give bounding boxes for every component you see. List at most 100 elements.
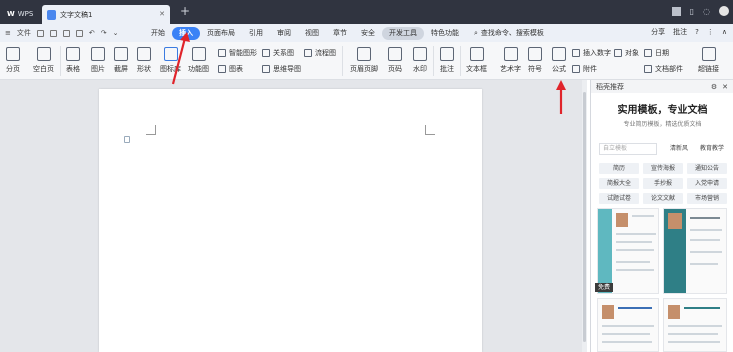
tab-wps-home[interactable]: W WPS xyxy=(3,6,39,22)
pi-icon xyxy=(552,47,566,61)
formula-label: 公式 xyxy=(552,65,566,73)
tab-references[interactable]: 引用 xyxy=(242,27,270,40)
command-search[interactable]: ⌕ 查找命令、搜索模板 xyxy=(474,28,544,38)
attachment-button[interactable]: 附件 xyxy=(572,64,597,74)
preview-icon[interactable] xyxy=(75,29,83,37)
comment-icon xyxy=(440,47,454,61)
chart-icon xyxy=(218,65,226,73)
formula-button[interactable]: 公式 xyxy=(552,47,566,74)
flow-chart-button[interactable]: 流程图 xyxy=(304,48,336,58)
watermark-button[interactable]: 水印 xyxy=(413,47,427,74)
tab-security[interactable]: 安全 xyxy=(354,27,382,40)
blank-page-button[interactable]: 空白页 xyxy=(33,47,54,74)
picture-label: 图片 xyxy=(91,65,105,73)
layout-icon[interactable] xyxy=(671,6,681,16)
print-icon[interactable] xyxy=(62,29,70,37)
more-icon[interactable]: ⋮ xyxy=(707,28,714,36)
resume-photo xyxy=(616,213,628,227)
template-thumbnail[interactable] xyxy=(663,208,727,294)
textbox-button[interactable]: 文本框 xyxy=(466,47,487,74)
avatar[interactable] xyxy=(719,6,729,16)
picture-button[interactable]: 图片 xyxy=(91,47,105,74)
margin-corner-top-left xyxy=(146,125,156,135)
chip-fresh-style[interactable]: 清新风 xyxy=(665,143,693,154)
chip-briefing[interactable]: 简报大全 xyxy=(599,178,639,189)
screenshot-button[interactable]: 截屏 xyxy=(114,47,128,74)
tab-wps-home-label: WPS xyxy=(17,10,34,18)
pane-close-icon[interactable]: ✕ xyxy=(722,83,728,91)
resume-line xyxy=(690,251,722,253)
page-number-button[interactable]: 页码 xyxy=(388,47,402,74)
number-icon xyxy=(572,49,580,57)
insert-number-button[interactable]: 插入数字 xyxy=(572,48,611,58)
tab-section[interactable]: 章节 xyxy=(326,27,354,40)
redo-icon[interactable]: ↷ xyxy=(101,29,107,37)
table-button[interactable]: 表格 xyxy=(66,47,80,74)
skin-icon[interactable]: ▯ xyxy=(690,7,694,16)
date-button[interactable]: 日期 xyxy=(644,48,669,58)
undo-icon[interactable]: ↶ xyxy=(89,29,95,37)
separator xyxy=(460,46,461,76)
symbol-button[interactable]: 符号 xyxy=(528,47,542,74)
tab-developer[interactable]: 开发工具 xyxy=(382,26,424,40)
save-icon[interactable] xyxy=(36,29,44,37)
chip-marketing[interactable]: 市场营销 xyxy=(687,193,727,204)
mind-map-button[interactable]: 思维导图 xyxy=(262,64,301,74)
tab-review[interactable]: 审阅 xyxy=(270,27,298,40)
customize-icon[interactable]: ⌄ xyxy=(113,29,119,37)
resume-line xyxy=(632,215,654,217)
resume-photo xyxy=(668,213,682,229)
page-break-button[interactable]: 分页 xyxy=(6,47,20,74)
template-search-input[interactable]: 自立模板 xyxy=(599,143,657,155)
pane-header-label[interactable]: 稻壳推荐 xyxy=(596,82,624,92)
header-footer-button[interactable]: 页眉页脚 xyxy=(350,47,378,74)
template-thumbnail[interactable] xyxy=(663,298,727,352)
relation-map-button[interactable]: 关系图 xyxy=(262,48,294,58)
document-page[interactable] xyxy=(99,89,482,352)
tab-page-layout[interactable]: 页面布局 xyxy=(200,27,242,40)
document-icon xyxy=(47,9,56,20)
page-number-icon xyxy=(388,47,402,61)
resume-line xyxy=(668,341,720,343)
new-tab-button[interactable]: + xyxy=(180,5,190,17)
art-text-label: 艺术字 xyxy=(500,65,521,73)
tab-features[interactable]: 特色功能 xyxy=(424,27,466,40)
blank-page-label: 空白页 xyxy=(33,65,54,73)
header-footer-icon xyxy=(357,47,371,61)
notification-icon[interactable]: ◌ xyxy=(703,7,710,16)
scrollbar-thumb[interactable] xyxy=(583,92,586,342)
chart-button[interactable]: 图表 xyxy=(218,64,243,74)
chip-poster[interactable]: 宣传海报 xyxy=(643,163,683,174)
share-button[interactable]: 分享 xyxy=(651,27,665,37)
template-thumbnail[interactable] xyxy=(597,208,659,294)
chip-handwritten-paper[interactable]: 手抄报 xyxy=(643,178,683,189)
chip-exam-papers[interactable]: 试题试卷 xyxy=(599,193,639,204)
comment-insert-button[interactable]: 批注 xyxy=(440,47,454,74)
shape-button[interactable]: 形状 xyxy=(137,47,151,74)
symbol-label: 符号 xyxy=(528,65,542,73)
object-button[interactable]: 对象 xyxy=(614,48,639,58)
command-search-label: 查找命令、搜索模板 xyxy=(480,29,544,37)
chip-thesis[interactable]: 论文文献 xyxy=(643,193,683,204)
tab-document[interactable]: 文字文稿1 ✕ xyxy=(42,5,170,24)
doc-part-button[interactable]: 文档部件 xyxy=(644,64,683,74)
close-tab-icon[interactable]: ✕ xyxy=(159,10,165,18)
chip-party-application[interactable]: 入党申请 xyxy=(687,178,727,189)
hyperlink-button[interactable]: 超链接 xyxy=(698,47,719,74)
help-icon[interactable]: ? xyxy=(695,28,699,36)
comment-button[interactable]: 批注 xyxy=(673,27,687,37)
chip-resume[interactable]: 简历 xyxy=(599,163,639,174)
collapse-ribbon-icon[interactable]: ∧ xyxy=(722,28,727,36)
resume-photo xyxy=(668,305,680,319)
export-icon[interactable] xyxy=(49,29,57,37)
art-text-button[interactable]: 艺术字 xyxy=(500,47,521,74)
template-thumbnail[interactable] xyxy=(597,298,659,352)
smart-shape-button[interactable]: 智能图形 xyxy=(218,48,257,58)
file-menu[interactable]: 文件 xyxy=(17,28,31,38)
pane-settings-icon[interactable]: ⚙ xyxy=(711,83,717,91)
resume-line xyxy=(602,325,654,327)
tab-view[interactable]: 视图 xyxy=(298,27,326,40)
chip-notice[interactable]: 通知公告 xyxy=(687,163,727,174)
chip-education[interactable]: 教育教学 xyxy=(694,143,730,154)
hamburger-icon[interactable]: ≡ xyxy=(5,29,11,37)
